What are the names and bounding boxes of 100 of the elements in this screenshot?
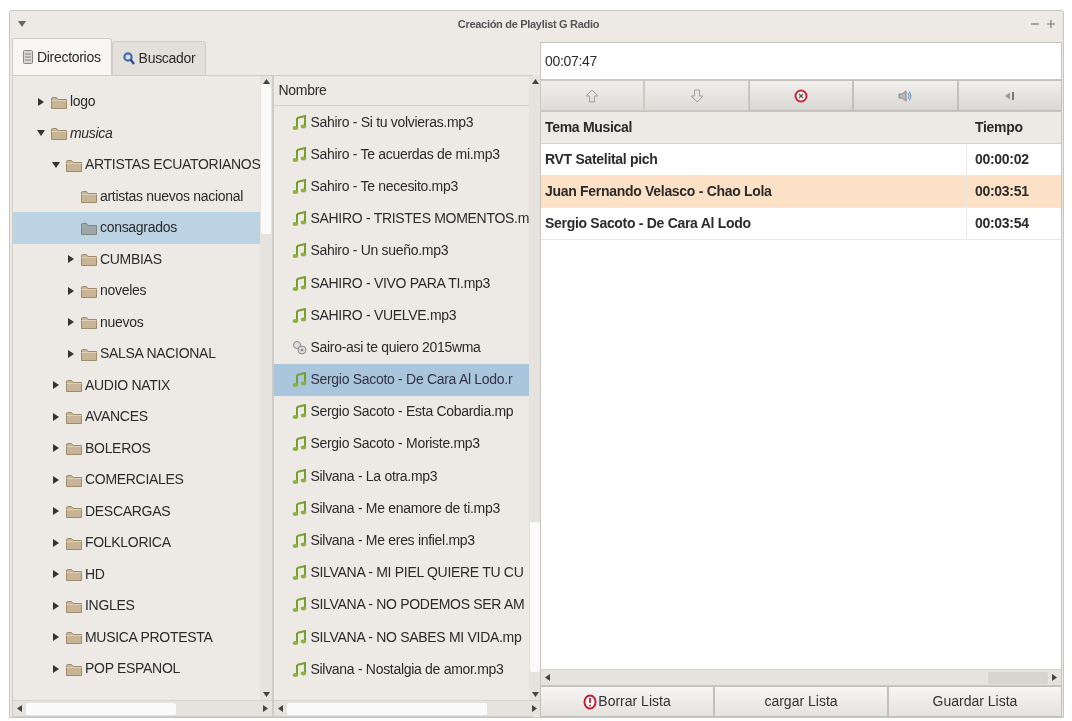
scroll-down-arrow-icon[interactable] xyxy=(263,692,270,697)
music-note-icon xyxy=(292,307,308,323)
music-note-icon xyxy=(292,146,308,162)
file-item[interactable]: SILVANA - NO PODEMOS SER AM xyxy=(274,588,529,621)
tree-item[interactable]: noveles xyxy=(13,275,261,307)
search-icon xyxy=(122,52,135,65)
tree-item[interactable]: artistas nuevos nacional xyxy=(13,180,261,212)
maximize-icon[interactable] xyxy=(1047,20,1055,28)
minimize-icon[interactable] xyxy=(1031,20,1039,28)
toolbar-button[interactable] xyxy=(748,80,854,111)
action-button[interactable]: Borrar Lista xyxy=(540,686,714,717)
file-item[interactable]: Sahiro - Si tu volvieras.mp3 xyxy=(274,106,529,139)
file-item[interactable]: SAHIRO - VIVO PARA TI.mp3 xyxy=(274,266,529,300)
music-note-icon xyxy=(292,436,308,452)
tree-item[interactable]: musica xyxy=(13,117,261,149)
tree-item[interactable]: MUSICA PROTESTA xyxy=(13,621,261,653)
folder-icon xyxy=(66,409,82,424)
playlist-row[interactable]: Sergio Sacoto - De Cara Al Lodo 00:03:54 xyxy=(541,208,1061,240)
folder-icon xyxy=(66,535,82,550)
tree-item[interactable]: CUMBIAS xyxy=(13,243,261,275)
tree-item[interactable]: COMERCIALES xyxy=(13,464,261,496)
song-duration: 00:03:51 xyxy=(966,176,1061,207)
vertical-scrollbar[interactable] xyxy=(529,76,541,700)
window-menu-icon[interactable] xyxy=(18,21,26,27)
music-note-icon xyxy=(292,178,308,194)
folder-icon xyxy=(51,126,67,141)
action-button[interactable]: Guardar Lista xyxy=(888,686,1062,717)
tree-item[interactable]: SALSA NACIONAL xyxy=(13,338,261,370)
window-title: Creación de Playlist G Radio xyxy=(456,16,601,32)
scroll-right-arrow-icon[interactable] xyxy=(263,705,269,712)
gears-icon xyxy=(292,339,308,355)
scroll-left-arrow-icon[interactable] xyxy=(17,705,22,712)
tree-item[interactable]: AUDIO NATIX xyxy=(13,369,261,401)
file-item[interactable]: Sahiro - Te acuerdas de mi.mp3 xyxy=(274,138,529,171)
scroll-left-arrow-icon[interactable] xyxy=(278,705,284,712)
action-button[interactable]: cargar Lista xyxy=(714,686,888,717)
music-note-icon xyxy=(292,597,308,613)
song-duration: 00:00:02 xyxy=(966,144,1061,175)
column-header[interactable]: Tiempo xyxy=(966,112,1061,143)
file-item[interactable]: SAHIRO - TRISTES MOMENTOS.m xyxy=(274,202,529,235)
toolbar-button[interactable] xyxy=(957,80,1063,111)
tree-item[interactable]: FOLKLORICA xyxy=(13,527,261,559)
tree-item[interactable]: INGLES xyxy=(13,590,261,622)
folder-icon xyxy=(66,504,82,519)
scrollbar-thumb[interactable] xyxy=(287,702,488,715)
music-note-icon xyxy=(292,404,308,420)
music-note-icon xyxy=(292,114,308,130)
folder-icon xyxy=(81,346,97,361)
file-item[interactable]: Silvana - Nostalgia de amor.mp3 xyxy=(274,653,529,686)
tree-item[interactable]: logo xyxy=(13,86,261,118)
file-item[interactable]: Silvana - La otra.mp3 xyxy=(274,460,529,493)
tree-item[interactable]: HD xyxy=(13,558,261,590)
file-item[interactable]: SILVANA - MI PIEL QUIERE TU CU xyxy=(274,556,529,589)
speaker-icon xyxy=(898,88,913,103)
song-duration: 00:03:54 xyxy=(966,208,1061,239)
tree-item[interactable]: POP ESPANOL xyxy=(13,653,261,685)
column-header[interactable]: Tema Musical xyxy=(541,112,966,143)
file-item[interactable]: Silvana - Me eres infiel.mp3 xyxy=(274,524,529,557)
scroll-down-arrow-icon[interactable] xyxy=(531,692,539,697)
scroll-left-arrow-icon[interactable] xyxy=(545,674,550,681)
scrollbar-thumb[interactable] xyxy=(530,522,540,672)
scroll-right-arrow-icon[interactable] xyxy=(532,705,537,712)
tree-item[interactable]: AVANCES xyxy=(13,401,261,433)
vertical-scrollbar[interactable] xyxy=(260,76,273,700)
music-note-icon xyxy=(292,500,308,516)
music-note-icon xyxy=(292,629,308,645)
elapsed-time-field[interactable]: 00:07:47 xyxy=(540,42,1062,80)
file-item[interactable]: Sergio Sacoto - De Cara Al Lodo.r xyxy=(274,363,529,396)
file-item[interactable]: Sairo-asi te quiero 2015wma xyxy=(274,331,529,364)
folder-icon xyxy=(66,598,82,613)
toolbar-button[interactable] xyxy=(853,80,958,111)
warning-icon xyxy=(583,693,598,710)
tree-item[interactable]: consagrados xyxy=(13,212,261,244)
file-item[interactable]: SILVANA - NO SABES MI VIDA.mp xyxy=(274,621,529,654)
scrollbar-thumb[interactable] xyxy=(261,84,272,234)
scroll-right-arrow-icon[interactable] xyxy=(1052,674,1057,681)
file-item[interactable]: Sergio Sacoto - Moriste.mp3 xyxy=(274,427,529,461)
tab[interactable]: Buscador xyxy=(111,41,207,75)
horizontal-scrollbar[interactable] xyxy=(541,669,1061,685)
file-item[interactable]: Sahiro - Te necesito.mp3 xyxy=(274,170,529,203)
folder-icon xyxy=(51,94,67,109)
tree-item[interactable]: nuevos xyxy=(13,306,261,338)
up-arrow-icon xyxy=(585,88,600,103)
file-item[interactable]: Sergio Sacoto - Esta Cobardia.mp xyxy=(274,395,529,428)
horizontal-scrollbar[interactable] xyxy=(274,700,541,716)
horizontal-scrollbar[interactable] xyxy=(13,700,273,716)
tree-item[interactable]: ARTISTAS ECUATORIANOS xyxy=(13,149,261,181)
playlist-row[interactable]: Juan Fernando Velasco - Chao Lola 00:03:51 xyxy=(541,176,1061,208)
file-item[interactable]: SAHIRO - VUELVE.mp3 xyxy=(274,299,529,332)
tree-item[interactable]: BOLEROS xyxy=(13,432,261,464)
tree-item[interactable]: DESCARGAS xyxy=(13,495,261,527)
tab[interactable]: Directorios xyxy=(12,38,112,75)
file-item[interactable]: Silvana - Me enamore de ti.mp3 xyxy=(274,492,529,525)
folder-icon xyxy=(81,283,97,298)
scroll-up-arrow-icon[interactable] xyxy=(531,79,539,84)
scroll-up-arrow-icon[interactable] xyxy=(263,79,270,84)
file-item[interactable]: Sahiro - Un sueño.mp3 xyxy=(274,234,529,267)
scrollbar-thumb[interactable] xyxy=(26,702,176,715)
scrollbar-thumb[interactable] xyxy=(988,671,1048,684)
music-note-icon xyxy=(292,565,308,581)
